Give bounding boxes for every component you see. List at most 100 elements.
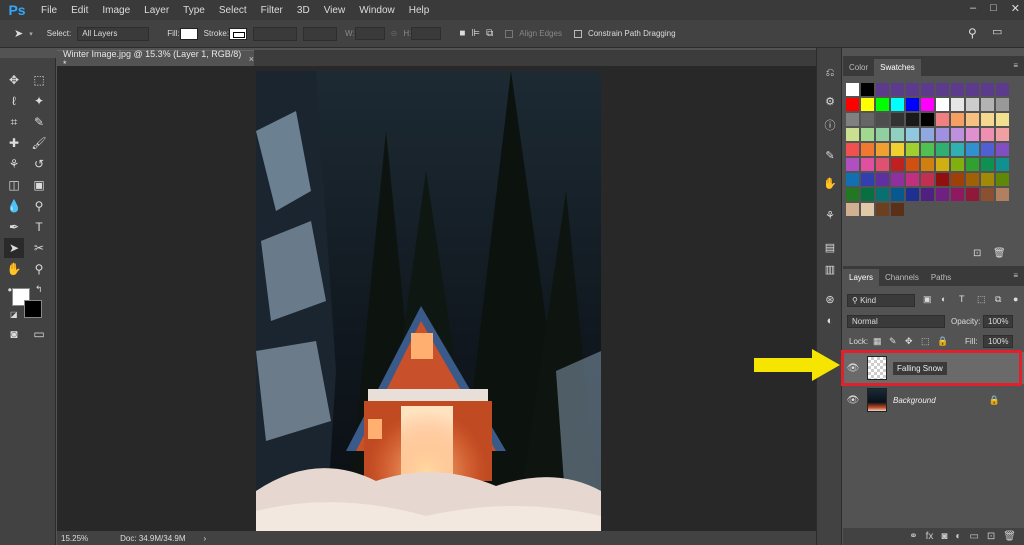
menu-edit[interactable]: Edit xyxy=(64,5,95,16)
status-chevron-icon[interactable]: › xyxy=(204,534,207,543)
zoom-tool-icon[interactable]: ⚲ xyxy=(29,259,49,279)
new-layer-icon[interactable]: ⊡ xyxy=(987,531,995,542)
swatch[interactable] xyxy=(936,173,949,186)
swatch[interactable] xyxy=(951,98,964,111)
zoom-level[interactable]: 15.25% xyxy=(61,534,88,543)
tab-paths[interactable]: Paths xyxy=(925,269,957,286)
swatch[interactable] xyxy=(966,113,979,126)
swatch[interactable] xyxy=(921,158,934,171)
lock-pixels-icon[interactable]: ✎ xyxy=(889,336,897,347)
lock-transparent-icon[interactable]: ▦ xyxy=(873,336,882,347)
tab-color[interactable]: Color xyxy=(843,59,874,76)
swatch[interactable] xyxy=(906,173,919,186)
3d-icon[interactable]: ⊛ xyxy=(822,292,838,306)
swatch[interactable] xyxy=(936,83,949,96)
constrain-checkbox[interactable] xyxy=(573,29,582,38)
layer-style-icon[interactable]: fx xyxy=(926,531,934,542)
screen-mode-icon[interactable]: ▭ xyxy=(29,324,49,344)
swatch[interactable] xyxy=(951,143,964,156)
swatch[interactable] xyxy=(951,128,964,141)
type-tool-icon[interactable]: T xyxy=(29,217,49,237)
opacity-field[interactable]: 100% xyxy=(983,315,1013,328)
custom-shape-tool-icon[interactable]: ✂ xyxy=(29,238,49,258)
canvas-image[interactable] xyxy=(256,71,601,532)
swatch[interactable] xyxy=(876,158,889,171)
path-alignment-icon[interactable]: ⊫ xyxy=(471,28,480,39)
clone-source-icon[interactable]: ⚘ xyxy=(822,208,838,222)
stroke-type-dropdown[interactable] xyxy=(303,26,337,41)
swatch[interactable] xyxy=(951,173,964,186)
filter-toggle-icon[interactable]: ● xyxy=(1013,294,1018,304)
swatch[interactable] xyxy=(846,158,859,171)
swatch[interactable] xyxy=(981,128,994,141)
pen-tool-icon[interactable]: ✒ xyxy=(4,217,24,237)
brush-settings-icon[interactable]: ✎ xyxy=(822,148,838,162)
swatch[interactable] xyxy=(921,83,934,96)
swatch[interactable] xyxy=(921,173,934,186)
menu-type[interactable]: Type xyxy=(176,5,212,16)
swatch[interactable] xyxy=(951,188,964,201)
swatch[interactable] xyxy=(906,83,919,96)
swatch[interactable] xyxy=(966,158,979,171)
swatch[interactable] xyxy=(861,113,874,126)
link-icon[interactable]: ⊖ xyxy=(391,29,398,38)
swap-colors-icon[interactable]: ↰ xyxy=(35,284,43,295)
fill-field[interactable]: 100% xyxy=(983,335,1013,348)
swatch[interactable] xyxy=(996,83,1009,96)
history-brush-tool-icon[interactable]: ↺ xyxy=(29,154,49,174)
swatch[interactable] xyxy=(876,128,889,141)
brush-tool-icon[interactable]: 🖌 xyxy=(29,133,49,153)
fill-swatch[interactable] xyxy=(179,27,198,40)
swatch[interactable] xyxy=(906,143,919,156)
swatch[interactable] xyxy=(846,173,859,186)
layer-lock-icon[interactable]: 🔒 xyxy=(989,395,1000,406)
swatch[interactable] xyxy=(981,143,994,156)
history-icon[interactable]: ⎌ xyxy=(822,66,838,80)
swatch[interactable] xyxy=(981,113,994,126)
layer-name[interactable]: Background xyxy=(893,396,936,405)
swatch[interactable] xyxy=(981,158,994,171)
link-layers-icon[interactable]: ⚭ xyxy=(909,531,917,542)
swatch[interactable] xyxy=(906,158,919,171)
path-operations-icon[interactable]: ■ xyxy=(459,28,465,39)
marquee-tool-icon[interactable]: ⬚ xyxy=(29,70,49,90)
lasso-tool-icon[interactable]: ℓ xyxy=(4,91,24,111)
menu-select[interactable]: Select xyxy=(212,5,254,16)
blend-mode-dropdown[interactable]: Normal xyxy=(847,315,945,328)
background-color-swatch[interactable] xyxy=(24,300,42,318)
swatch[interactable] xyxy=(846,83,859,96)
properties-icon[interactable]: ⚙ xyxy=(822,94,838,108)
swatch[interactable] xyxy=(996,113,1009,126)
swatch[interactable] xyxy=(996,158,1009,171)
swatch[interactable] xyxy=(951,113,964,126)
swatch[interactable] xyxy=(876,143,889,156)
swatch[interactable] xyxy=(861,203,874,216)
tab-swatches[interactable]: Swatches xyxy=(874,59,921,76)
swatch[interactable] xyxy=(891,158,904,171)
kind-filter-dropdown[interactable]: ⚲ Kind xyxy=(847,294,915,307)
swatch[interactable] xyxy=(861,188,874,201)
swatch[interactable] xyxy=(861,83,874,96)
visibility-eye-icon[interactable]: 👁 xyxy=(843,395,863,406)
swatch[interactable] xyxy=(996,188,1009,201)
menu-file[interactable]: File xyxy=(34,5,64,16)
swatch[interactable] xyxy=(846,128,859,141)
filter-smart-object-icon[interactable]: ⧉ xyxy=(995,294,1001,305)
dodge-tool-icon[interactable]: ⚲ xyxy=(29,196,49,216)
swatch[interactable] xyxy=(906,98,919,111)
swatch[interactable] xyxy=(966,83,979,96)
swatch[interactable] xyxy=(891,143,904,156)
swatch[interactable] xyxy=(846,98,859,111)
swatch[interactable] xyxy=(921,113,934,126)
swatch[interactable] xyxy=(861,158,874,171)
swatch[interactable] xyxy=(876,173,889,186)
swatch[interactable] xyxy=(951,158,964,171)
swatch[interactable] xyxy=(936,188,949,201)
swatch[interactable] xyxy=(876,83,889,96)
swatch[interactable] xyxy=(966,128,979,141)
swatch[interactable] xyxy=(966,98,979,111)
hand-tool-icon[interactable]: ✋ xyxy=(4,259,24,279)
adjustment-layer-icon[interactable]: ◐ xyxy=(955,531,961,542)
swatch[interactable] xyxy=(936,113,949,126)
path-selection-tool-icon[interactable]: ➤ xyxy=(4,238,24,258)
